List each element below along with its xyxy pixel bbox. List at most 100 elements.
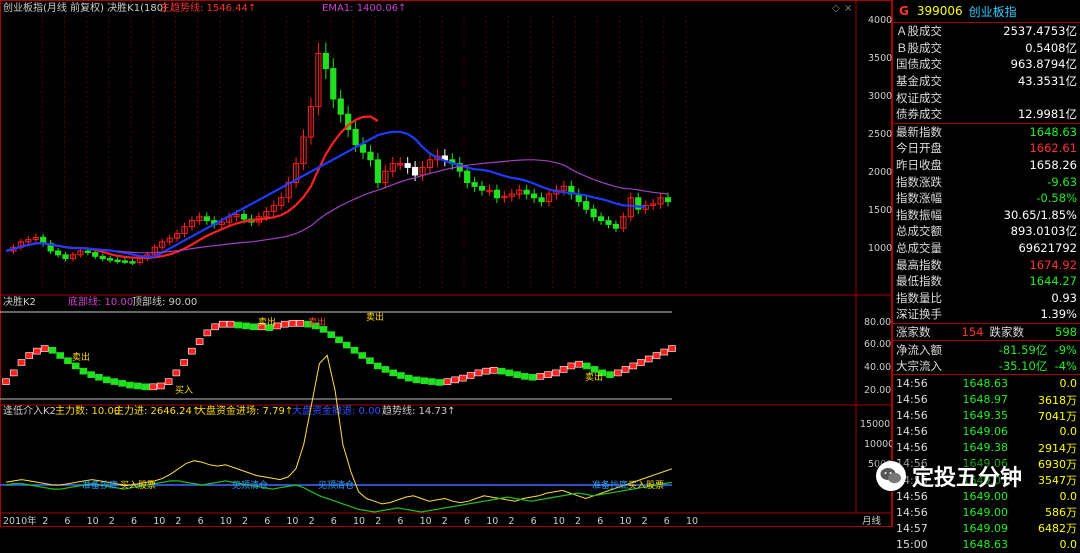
x-tick-label: 2 <box>642 516 648 527</box>
quote-header: G 399006 创业板指 <box>893 0 1080 23</box>
stat-row: Ａ股成交 2537.4753亿 <box>896 24 1077 39</box>
candle-body <box>62 254 69 260</box>
x-axis: 2010年 2 6 10 2 6 10 2 6 10 2 6 10 2 6 10 2 6 10 2 6 10 2 6 10 2 6 1… <box>3 515 698 527</box>
close-icon[interactable]: × <box>844 3 852 14</box>
k2-bar <box>381 366 390 373</box>
candle-body <box>107 258 114 261</box>
tick-row[interactable]: 14:56 1649.35 7041万 <box>893 408 1080 424</box>
candle-body <box>597 216 605 222</box>
period-label[interactable]: 月线 <box>862 515 882 527</box>
k2-bar <box>180 359 188 366</box>
k2-bar <box>451 376 459 384</box>
tick-row[interactable]: 14:56 1649.38 2914万 <box>893 440 1080 456</box>
candle-body <box>129 261 136 264</box>
candle-body <box>337 98 344 115</box>
tick-row[interactable]: 14:56 1649.00 586万 <box>893 504 1080 520</box>
trend-line-label: 主趋势线: 1546.44↑ <box>160 1 256 14</box>
money-flows: 净流入额 -81.59亿 -9% 大宗流入 -35.10亿 -4% <box>893 341 1080 374</box>
candle-body <box>471 182 478 187</box>
restore-icon[interactable]: ◇ <box>832 3 840 14</box>
k2-bar <box>366 357 374 365</box>
k2-bar <box>397 372 405 379</box>
svg-text:主力数: 10.00: 主力数: 10.00 <box>55 404 120 417</box>
svg-text:卖出: 卖出 <box>258 316 276 328</box>
stat-row: 最高指数 1674.92 <box>896 257 1077 272</box>
candle-body <box>367 151 374 161</box>
k2-histogram <box>2 320 676 391</box>
k2-bar <box>25 352 34 359</box>
k2-bar <box>149 383 157 391</box>
k2-bar <box>474 369 483 377</box>
ema-label: EMA1: 1400.06↑ <box>322 3 406 14</box>
x-tick-label: 10 <box>87 516 99 527</box>
tick-row[interactable]: 14:57 1649.09 6482万 <box>893 520 1080 536</box>
candle-body <box>412 166 419 176</box>
stat-row: 深证换手 1.39% <box>896 307 1077 322</box>
k2-bar <box>613 369 622 377</box>
candle-body <box>523 189 530 195</box>
svg-text:趋势线: 14.73↑: 趋势线: 14.73↑ <box>382 404 456 417</box>
candle-body <box>203 216 210 222</box>
svg-text:卖出: 卖出 <box>308 316 326 328</box>
k2-bar <box>9 369 18 377</box>
candle-body <box>54 250 62 256</box>
x-tick-label: 6 <box>331 516 337 527</box>
x-tick-label: 10 <box>420 516 432 527</box>
candle-body <box>590 208 597 218</box>
k3-header: 逢低介入K2 主力数: 10.00 主力进: 2646.24↑ 大盘资金进场: … <box>3 404 456 417</box>
k2-bar <box>33 347 41 355</box>
k2-bar <box>637 359 645 366</box>
svg-text:4000: 4000 <box>868 15 892 26</box>
stat-row: 指数振幅 30.65/1.85% <box>896 207 1077 222</box>
x-tick-label: 6 <box>264 516 270 527</box>
svg-text:10000: 10000 <box>864 439 892 450</box>
candle-body <box>114 259 121 263</box>
k2-bar <box>40 345 49 352</box>
k2-bar <box>559 366 568 373</box>
x-tick-label: 6 <box>664 516 670 527</box>
svg-text:见顶清仓: 见顶清仓 <box>232 479 268 491</box>
k2-bar <box>389 369 398 377</box>
tick-row[interactable]: 14:56 1648.97 3618万 <box>893 392 1080 408</box>
k2-bar <box>141 383 150 391</box>
k2-bar <box>536 373 545 380</box>
k2-top-line-label: 顶部线: 90.00 <box>132 295 197 308</box>
k2-bar <box>335 336 343 344</box>
candle-body <box>92 252 99 257</box>
svg-text:逢低介入K2: 逢低介入K2 <box>3 404 56 417</box>
k2-bar <box>203 329 212 337</box>
stat-row: 总成交量 69621792 <box>896 241 1077 256</box>
svg-text:卖出: 卖出 <box>585 371 603 383</box>
tick-row[interactable]: 14:56 1648.63 0.0 <box>893 375 1080 391</box>
stat-row: Ｂ股成交 0.5408亿 <box>896 40 1077 55</box>
stat-row: 指数涨幅 -0.58% <box>896 191 1077 206</box>
svg-text:准备抄底: 准备抄底 <box>592 479 628 491</box>
candle-body <box>478 185 486 191</box>
window-controls[interactable]: ◇ × <box>832 3 852 14</box>
x-tick-label: 10 <box>686 516 698 527</box>
k2-bar <box>79 367 88 375</box>
k2-bar <box>629 362 638 370</box>
candle-body <box>240 214 248 220</box>
x-tick-label: 10 <box>353 516 365 527</box>
chart-area[interactable]: 创业板指(月线 前复权) 决胜K1(180) 主趋势线: 1546.44↑ EM… <box>0 0 892 527</box>
svg-text:见顶清仓: 见顶清仓 <box>318 479 354 491</box>
stat-row: 最新指数 1648.63 <box>896 124 1077 139</box>
x-tick-label: 2 <box>508 516 514 527</box>
k2-title: 决胜K2 <box>3 296 36 308</box>
k2-bar <box>606 371 614 378</box>
k2-bar <box>133 382 142 390</box>
x-tick-label: 10 <box>153 516 165 527</box>
svg-text:买入股票: 买入股票 <box>120 480 156 491</box>
svg-text:买入: 买入 <box>175 385 193 396</box>
candle-body <box>404 163 411 168</box>
tick-row[interactable]: 15:00 1648.63 0.0 <box>893 536 1080 552</box>
k2-bar <box>242 322 250 330</box>
stat-row: 国债成交 963.8794亿 <box>896 57 1077 72</box>
index-name[interactable]: 创业板指 <box>969 3 1017 20</box>
index-code[interactable]: 399006 <box>917 4 963 18</box>
svg-text:卖出: 卖出 <box>366 311 384 323</box>
k2-bar <box>211 323 219 331</box>
tick-row[interactable]: 14:56 1649.06 0.0 <box>893 424 1080 440</box>
k2-bar <box>250 323 258 331</box>
